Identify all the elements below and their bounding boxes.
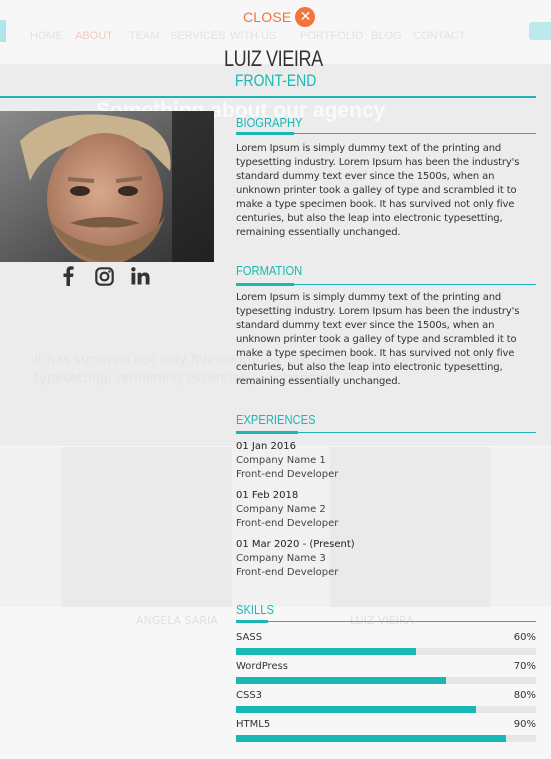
skill-percent: 60%	[513, 632, 536, 643]
skills-divider	[236, 620, 536, 623]
experience-date: 01 Mar 2020 - (Present)	[236, 539, 355, 550]
skill-name: CSS3	[236, 690, 263, 701]
experiences-title: EXPERIENCES	[236, 412, 316, 427]
skill-name: SASS	[236, 632, 263, 643]
skill-item: WordPress 70%	[236, 660, 536, 684]
biography-title: BIOGRAPHY	[236, 115, 303, 130]
skill-percent: 90%	[513, 719, 536, 730]
skills-title: SKILLS	[236, 602, 274, 617]
bg-nav-contact: CONTACT	[413, 30, 466, 42]
experiences-divider	[236, 431, 536, 434]
instagram-icon[interactable]	[94, 265, 114, 287]
skill-bar	[236, 677, 536, 684]
experience-position: Front-end Developer	[236, 567, 339, 578]
skill-item: SASS 60%	[236, 631, 536, 655]
background-logo	[0, 20, 6, 42]
background-team-name: ANGELA SARIA	[136, 614, 218, 627]
skill-bar-fill	[236, 648, 416, 655]
skill-bar	[236, 648, 536, 655]
skill-name: WordPress	[236, 661, 289, 672]
section-accent	[236, 620, 268, 623]
member-role: FRONT-END	[235, 71, 317, 90]
skill-percent: 80%	[513, 690, 536, 701]
formation-title: FORMATION	[236, 263, 303, 278]
skill-item: HTML5 90%	[236, 718, 536, 742]
skill-name: HTML5	[236, 719, 271, 730]
close-icon: ✕	[295, 7, 316, 27]
background-team-photo	[62, 447, 232, 607]
member-photo	[0, 111, 214, 262]
experience-position: Front-end Developer	[236, 518, 339, 529]
close-button[interactable]: CLOSE ✕	[243, 7, 316, 27]
experience-item: 01 Feb 2018 Company Name 2 Front-end Dev…	[236, 489, 536, 531]
experience-company: Company Name 2	[236, 504, 326, 515]
experience-item: 01 Mar 2020 - (Present) Company Name 3 F…	[236, 538, 536, 580]
close-label: CLOSE	[243, 9, 292, 25]
bg-nav-team: TEAM	[129, 30, 160, 42]
skill-bar-fill	[236, 677, 446, 684]
formation-text: Lorem Ipsum is simply dummy text of the …	[236, 292, 520, 387]
experience-date: 01 Feb 2018	[236, 490, 299, 501]
facebook-icon[interactable]	[58, 265, 78, 287]
biography-text: Lorem Ipsum is simply dummy text of the …	[236, 143, 520, 238]
bg-nav-blog: BLOG	[371, 30, 402, 42]
bg-nav-services: SERVICES	[170, 30, 226, 42]
experience-date: 01 Jan 2016	[236, 441, 296, 452]
section-accent	[236, 283, 294, 286]
biography-divider	[236, 132, 536, 135]
skill-item: CSS3 80%	[236, 689, 536, 713]
skill-bar-fill	[236, 706, 476, 713]
skill-bar-fill	[236, 735, 506, 742]
skill-bar	[236, 735, 536, 742]
experience-company: Company Name 1	[236, 455, 326, 466]
skill-percent: 70%	[513, 661, 536, 672]
bg-nav-portfolio: PORTFOLIO	[300, 30, 364, 42]
linkedin-icon[interactable]	[130, 265, 150, 287]
section-accent	[236, 132, 294, 135]
bg-nav-withus: WITH US	[230, 30, 277, 42]
bg-nav-about: ABOUT	[75, 30, 113, 42]
skill-bar	[236, 706, 536, 713]
bg-nav-home: HOME	[30, 30, 63, 42]
formation-divider	[236, 283, 536, 286]
bg-nav-button	[529, 22, 551, 40]
experience-position: Front-end Developer	[236, 469, 339, 480]
header-divider	[0, 96, 536, 98]
section-accent	[236, 431, 298, 434]
experience-item: 01 Jan 2016 Company Name 1 Front-end Dev…	[236, 440, 536, 482]
social-links	[58, 265, 150, 287]
member-name: LUIZ VIEIRA	[224, 46, 323, 71]
experience-company: Company Name 3	[236, 553, 326, 564]
